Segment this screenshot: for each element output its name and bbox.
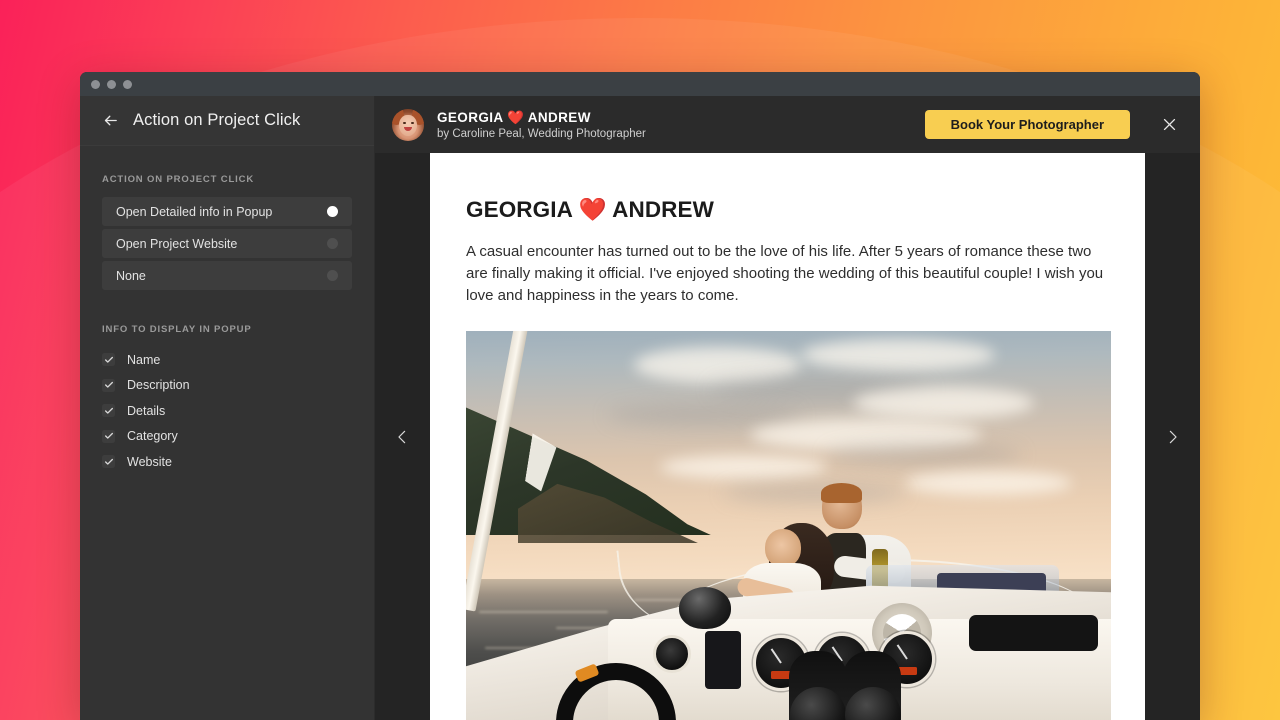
app-window: Action on Project Click ACTION ON PROJEC… (80, 72, 1200, 720)
checkbox-label: Description (127, 378, 190, 393)
avatar-face (399, 114, 417, 136)
checkmark-icon (102, 455, 115, 469)
viewer-title-pre: GEORGIA (437, 109, 504, 125)
info-display-section: INFO TO DISPLAY IN POPUP Name Descriptio… (102, 324, 352, 475)
photo-ignition-switch (653, 635, 692, 674)
radio-option-label: Open Detailed info in Popup (116, 204, 273, 219)
project-article: GEORGIA ❤️ ANDREW A casual encounter has… (430, 153, 1145, 720)
checkbox-row-category[interactable]: Category (102, 424, 352, 450)
viewer-title-block: GEORGIA ❤️ ANDREW by Caroline Peal, Wedd… (437, 110, 646, 140)
radio-option-open-detailed-info[interactable]: Open Detailed info in Popup (102, 197, 352, 226)
checkbox-label: Name (127, 352, 161, 367)
checkbox-label: Website (127, 454, 172, 469)
checkbox-label: Category (127, 429, 178, 444)
avatar-eye-right (411, 121, 414, 124)
chevron-left-icon[interactable] (375, 153, 430, 720)
viewer-title: GEORGIA ❤️ ANDREW (437, 110, 646, 126)
page-title: GEORGIA ❤️ ANDREW (466, 197, 1109, 223)
checkbox-row-website[interactable]: Website (102, 449, 352, 475)
radio-option-label: Open Project Website (116, 236, 238, 251)
heart-icon: ❤️ (578, 197, 607, 222)
photo-cloud (801, 339, 995, 372)
checkbox-row-description[interactable]: Description (102, 373, 352, 399)
photo-dash-panel (969, 615, 1099, 652)
article-title-post: ANDREW (612, 197, 714, 222)
checkbox-label: Details (127, 403, 166, 418)
traffic-light-maximize-icon[interactable] (123, 79, 132, 89)
info-section-label: INFO TO DISPLAY IN POPUP (102, 324, 252, 335)
sidebar-title: Action on Project Click (133, 111, 301, 129)
traffic-light-minimize-icon[interactable] (107, 79, 116, 89)
article-inner: GEORGIA ❤️ ANDREW A casual encounter has… (430, 153, 1145, 720)
checkmark-icon (102, 378, 115, 392)
radio-option-label: None (116, 268, 146, 283)
photo-cloud (724, 483, 905, 504)
photo-groom-hair (820, 483, 863, 504)
photo-cloud (904, 471, 1073, 496)
checkbox-row-name[interactable]: Name (102, 347, 352, 373)
photo-cloud (827, 443, 1021, 468)
book-photographer-button[interactable]: Book Your Photographer (924, 110, 1130, 139)
checkmark-icon (102, 404, 115, 418)
viewer-title-post: ANDREW (527, 109, 591, 125)
settings-sidebar: Action on Project Click ACTION ON PROJEC… (80, 96, 375, 720)
photo-cloud (607, 403, 802, 428)
heart-icon: ❤️ (507, 109, 525, 125)
photo-cloud (853, 387, 1034, 420)
sidebar-content: ACTION ON PROJECT CLICK Open Detailed in… (80, 146, 374, 720)
arrow-left-icon[interactable] (102, 112, 119, 129)
radio-indicator-icon (327, 206, 338, 217)
checkbox-row-details[interactable]: Details (102, 398, 352, 424)
radio-option-none[interactable]: None (102, 261, 352, 290)
window-titlebar (80, 72, 1200, 96)
viewer-stage: GEORGIA ❤️ ANDREW A casual encounter has… (375, 153, 1200, 720)
window-body: Action on Project Click ACTION ON PROJEC… (80, 96, 1200, 720)
photo-keypad (704, 631, 741, 690)
project-popup-viewer: GEORGIA ❤️ ANDREW by Caroline Peal, Wedd… (375, 96, 1200, 720)
radio-indicator-icon (327, 238, 338, 249)
chevron-right-icon[interactable] (1145, 153, 1200, 720)
article-description: A casual encounter has turned out to be … (466, 243, 1104, 305)
photo-bride-head (765, 529, 802, 568)
article-title-pre: GEORGIA (466, 197, 573, 222)
photo-dome-light (678, 587, 731, 630)
checkmark-icon (102, 429, 115, 443)
checkmark-icon (102, 353, 115, 367)
radio-indicator-icon (327, 270, 338, 281)
avatar (392, 108, 424, 141)
avatar-eye-left (403, 121, 406, 124)
sidebar-header: Action on Project Click (80, 96, 374, 146)
viewer-topbar: GEORGIA ❤️ ANDREW by Caroline Peal, Wedd… (375, 96, 1200, 153)
project-photo (466, 331, 1111, 720)
photo-wave (478, 611, 608, 614)
action-section-label: ACTION ON PROJECT CLICK (102, 174, 255, 185)
close-icon[interactable] (1156, 112, 1182, 138)
traffic-light-close-icon[interactable] (91, 79, 100, 89)
photo-cloud (659, 455, 828, 480)
viewer-subtitle: by Caroline Peal, Wedding Photographer (437, 127, 646, 140)
radio-option-open-project-website[interactable]: Open Project Website (102, 229, 352, 258)
